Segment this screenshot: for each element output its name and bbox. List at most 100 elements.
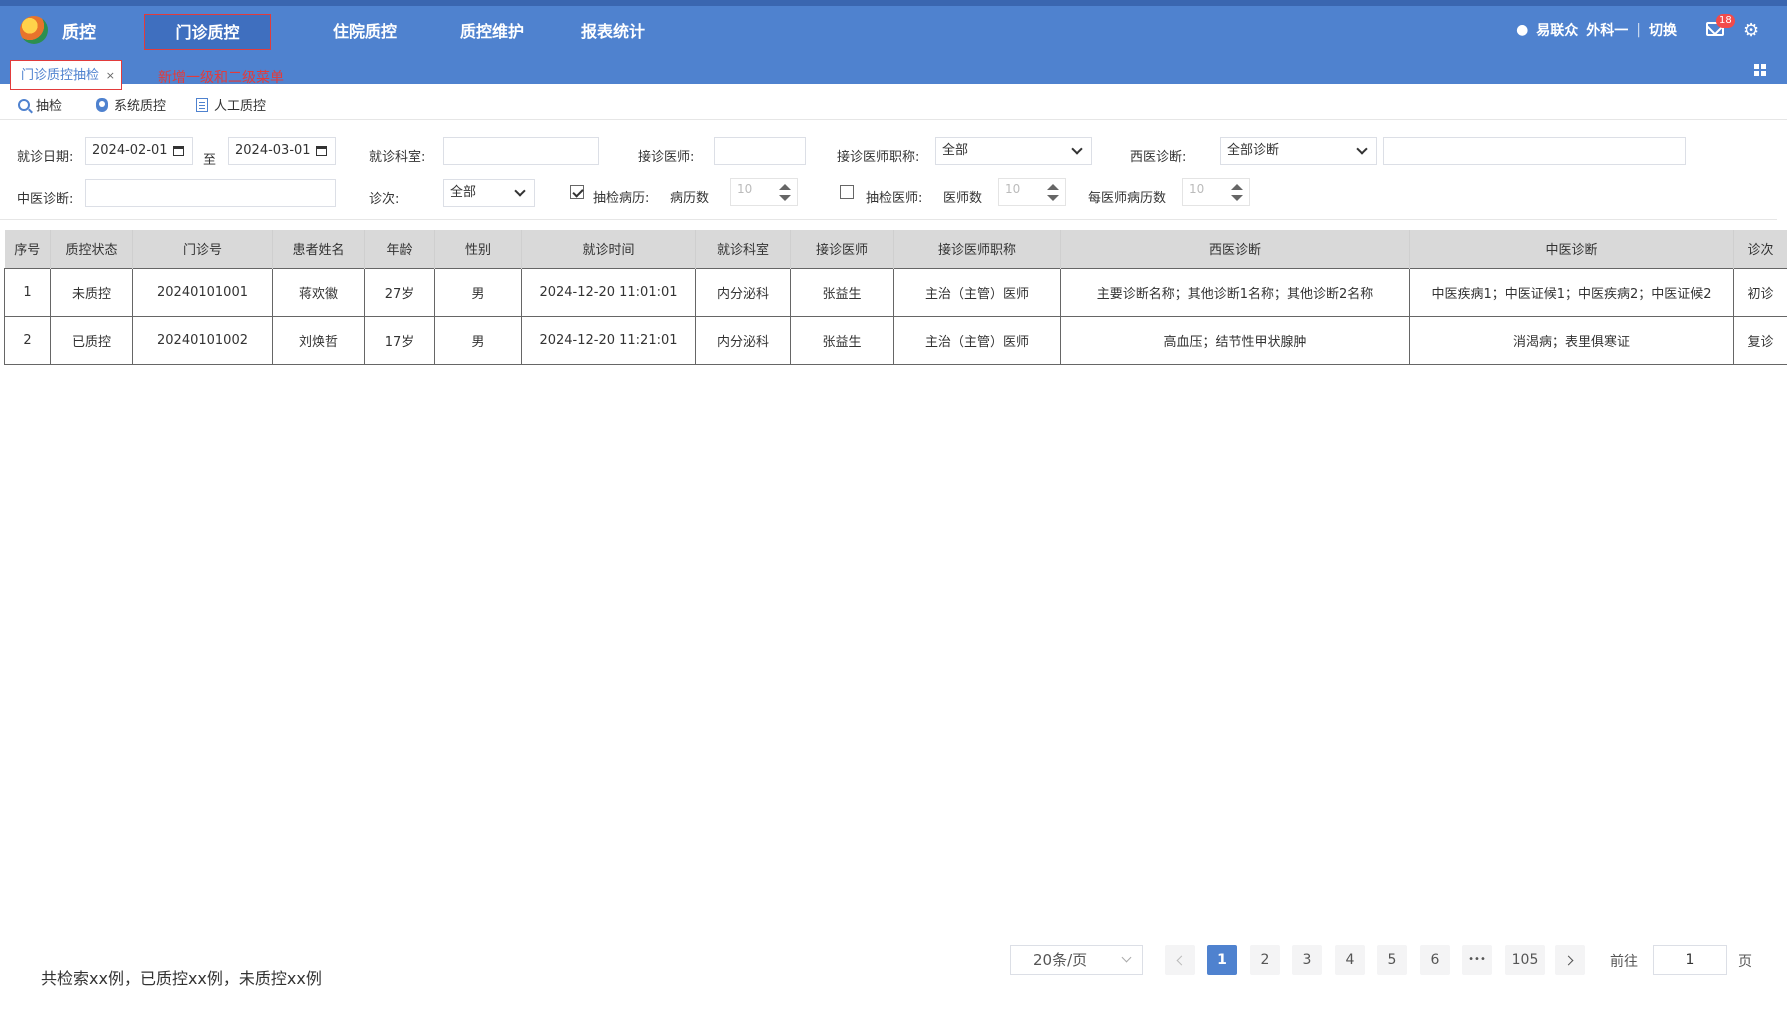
visit-count-select[interactable]: 全部 bbox=[443, 179, 535, 207]
table-cell: 已质控 bbox=[50, 315, 133, 365]
table-row[interactable]: 1 未质控 20240101001 蒋欢徽 27岁 男 2024-12-20 1… bbox=[4, 267, 1787, 317]
visit-count-value: 全部 bbox=[450, 185, 477, 200]
page-1-button[interactable]: 1 bbox=[1207, 945, 1237, 975]
page-suffix-label: 页 bbox=[1738, 954, 1752, 970]
tab-label: 门诊质控抽检 bbox=[21, 68, 100, 83]
col-header[interactable]: 患者姓名 bbox=[272, 230, 365, 268]
page-4-button[interactable]: 4 bbox=[1335, 945, 1365, 975]
chevron-down-icon bbox=[1356, 143, 1368, 155]
toolbar: 抽检 系统质控 人工质控 bbox=[0, 88, 1787, 120]
per-doctor-stepper[interactable]: 10 bbox=[1182, 178, 1250, 206]
table-cell: 2 bbox=[4, 315, 51, 365]
table-cell: 内分泌科 bbox=[695, 315, 791, 365]
sample-records-label: 抽检病历: bbox=[593, 191, 650, 206]
table-cell: 17岁 bbox=[364, 315, 435, 365]
last-page-button[interactable]: 105 bbox=[1505, 945, 1545, 975]
col-header[interactable]: 序号 bbox=[4, 230, 51, 268]
table-cell: 中医疾病1；中医证候1；中医疾病2；中医证候2 bbox=[1409, 267, 1734, 317]
mail-badge: 18 bbox=[1716, 14, 1735, 28]
table-cell: 男 bbox=[434, 315, 522, 365]
table-cell: 消渴病；表里俱寒证 bbox=[1409, 315, 1734, 365]
western-diag-text-input[interactable] bbox=[1383, 137, 1686, 165]
table-row[interactable]: 2 已质控 20240101002 刘焕哲 17岁 男 2024-12-20 1… bbox=[4, 315, 1787, 365]
table-cell: 27岁 bbox=[364, 267, 435, 317]
doctor-label: 接诊医师: bbox=[638, 150, 695, 165]
results-table: 序号 质控状态 门诊号 患者姓名 年龄 性别 就诊时间 就诊科室 接诊医师 接诊… bbox=[4, 230, 1787, 365]
date-from-input[interactable]: 2024-02-01 bbox=[85, 137, 193, 165]
table-cell: 张益生 bbox=[790, 267, 894, 317]
nav-report-stats[interactable]: 报表统计 bbox=[563, 14, 663, 50]
sample-doctors-label: 抽检医师: bbox=[866, 191, 923, 206]
doctor-count-label: 医师数 bbox=[943, 191, 983, 206]
nav-outpatient-qc[interactable]: 门诊质控 bbox=[144, 14, 271, 50]
record-count-stepper[interactable]: 10 bbox=[730, 178, 798, 206]
doctor-count-stepper[interactable]: 10 bbox=[998, 178, 1066, 206]
doctor-title-select[interactable]: 全部 bbox=[935, 137, 1092, 165]
arrow-down-icon[interactable] bbox=[1047, 195, 1059, 201]
col-header[interactable]: 接诊医师职称 bbox=[893, 230, 1061, 268]
page-size-select[interactable]: 20条/页 bbox=[1010, 945, 1143, 975]
col-header[interactable]: 年龄 bbox=[364, 230, 435, 268]
nav-inpatient-qc[interactable]: 住院质控 bbox=[315, 14, 415, 50]
goto-label: 前往 bbox=[1610, 954, 1638, 970]
system-qc-label: 系统质控 bbox=[114, 99, 167, 114]
col-header[interactable]: 接诊医师 bbox=[790, 230, 894, 268]
page-3-button[interactable]: 3 bbox=[1292, 945, 1322, 975]
col-header[interactable]: 西医诊断 bbox=[1060, 230, 1410, 268]
sample-label: 抽检 bbox=[36, 99, 63, 114]
date-to-input[interactable]: 2024-03-01 bbox=[228, 137, 336, 165]
manual-qc-button[interactable]: 人工质控 bbox=[196, 95, 266, 114]
arrow-down-icon[interactable] bbox=[779, 195, 791, 201]
col-header[interactable]: 中医诊断 bbox=[1409, 230, 1734, 268]
visit-count-label: 诊次: bbox=[369, 192, 400, 207]
date-from-value: 2024-02-01 bbox=[92, 143, 168, 158]
table-cell: 2024-12-20 11:21:01 bbox=[521, 315, 696, 365]
goto-page-input[interactable]: 1 bbox=[1653, 945, 1727, 975]
arrow-up-icon[interactable] bbox=[1231, 184, 1243, 190]
user-name[interactable]: 易联众 bbox=[1536, 20, 1578, 40]
chevron-right-icon bbox=[1563, 955, 1574, 966]
page-2-button[interactable]: 2 bbox=[1250, 945, 1280, 975]
more-pages-button[interactable]: ••• bbox=[1462, 945, 1492, 975]
western-diag-select[interactable]: 全部诊断 bbox=[1220, 137, 1377, 165]
table-cell: 高血压；结节性甲状腺肿 bbox=[1060, 315, 1410, 365]
switch-button[interactable]: 切换 bbox=[1649, 20, 1677, 40]
calendar-icon bbox=[173, 146, 184, 156]
next-page-button[interactable] bbox=[1555, 945, 1585, 975]
tcm-diag-input[interactable] bbox=[85, 179, 336, 207]
shield-icon bbox=[96, 97, 108, 112]
col-header[interactable]: 就诊科室 bbox=[695, 230, 791, 268]
user-dept[interactable]: 外科一 bbox=[1586, 20, 1628, 40]
tab-outpatient-qc-sampling[interactable]: 门诊质控抽检 × bbox=[10, 60, 122, 90]
doctor-input[interactable] bbox=[714, 137, 806, 165]
filter-panel: 就诊日期: 2024-02-01 至 2024-03-01 就诊科室: 接诊医师… bbox=[0, 122, 1777, 220]
table-cell: 蒋欢徽 bbox=[272, 267, 365, 317]
col-header[interactable]: 质控状态 bbox=[50, 230, 133, 268]
visit-date-label: 就诊日期: bbox=[17, 150, 74, 165]
system-qc-button[interactable]: 系统质控 bbox=[96, 95, 166, 114]
gear-icon[interactable]: ⚙ bbox=[1743, 22, 1759, 40]
prev-page-button[interactable] bbox=[1165, 945, 1195, 975]
sample-records-checkbox[interactable] bbox=[570, 185, 584, 199]
calendar-icon bbox=[316, 146, 327, 156]
page-6-button[interactable]: 6 bbox=[1420, 945, 1450, 975]
dept-label: 就诊科室: bbox=[369, 150, 426, 165]
nav-qc-maintenance[interactable]: 质控维护 bbox=[442, 14, 542, 50]
arrow-down-icon[interactable] bbox=[1231, 195, 1243, 201]
page-5-button[interactable]: 5 bbox=[1377, 945, 1407, 975]
arrow-up-icon[interactable] bbox=[779, 184, 791, 190]
close-icon[interactable]: × bbox=[106, 61, 115, 91]
chevron-down-icon bbox=[514, 185, 526, 197]
col-header[interactable]: 就诊时间 bbox=[521, 230, 696, 268]
dept-input[interactable] bbox=[443, 137, 599, 165]
page-size-value: 20条/页 bbox=[1033, 951, 1088, 969]
col-header[interactable]: 诊次 bbox=[1733, 230, 1787, 268]
arrow-up-icon[interactable] bbox=[1047, 184, 1059, 190]
table-cell: 2024-12-20 11:01:01 bbox=[521, 267, 696, 317]
col-header[interactable]: 门诊号 bbox=[132, 230, 273, 268]
col-header[interactable]: 性别 bbox=[434, 230, 522, 268]
per-doctor-label: 每医师病历数 bbox=[1088, 191, 1167, 206]
sample-doctors-checkbox[interactable] bbox=[840, 185, 854, 199]
sample-button[interactable]: 抽检 bbox=[18, 95, 62, 114]
user-icon: ● bbox=[1516, 22, 1529, 38]
